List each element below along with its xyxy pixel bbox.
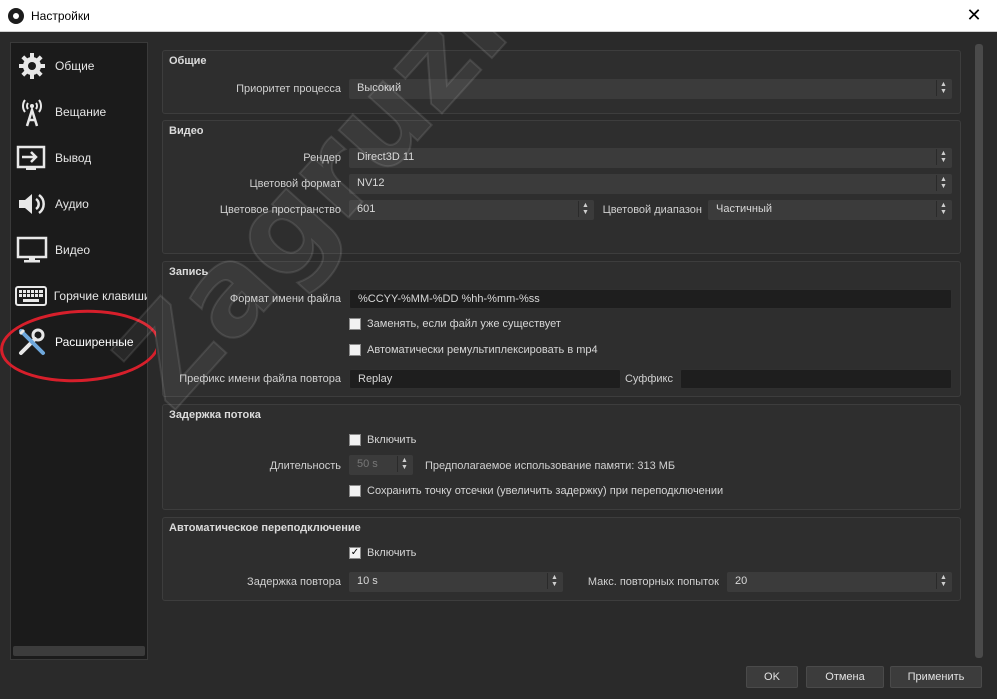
window-title: Настройки [31, 9, 90, 23]
sidebar-item-label: Вывод [55, 151, 92, 165]
chevron-updown-icon: ▲ ▼ [936, 149, 950, 165]
broadcast-icon [15, 95, 49, 129]
speaker-icon [15, 187, 49, 221]
max-retries-value: 20 [735, 575, 748, 587]
monitor-icon [15, 233, 49, 267]
remux-label: Автоматически ремультиплексировать в mp4 [367, 344, 598, 356]
max-retries-label: Макс. повторных попыток [587, 576, 719, 588]
apply-button[interactable]: Применить [890, 666, 982, 688]
main-scrollbar[interactable] [972, 42, 986, 660]
settings-panel: Общие Приоритет процесса Высокий ▲ ▼ Виде… [156, 42, 971, 660]
group-title: Автоматическое переподключение [169, 522, 361, 534]
group-title: Задержка потока [169, 409, 261, 421]
keyboard-icon [15, 279, 48, 313]
color-space-label: Цветовое пространство [219, 204, 341, 216]
retry-delay-spinbox[interactable]: 10 s ▲ ▼ [349, 572, 563, 592]
sidebar-item-advanced[interactable]: Расширенные [11, 319, 147, 365]
checkbox-box[interactable] [349, 344, 361, 356]
renderer-select[interactable]: Direct3D 11 ▲ ▼ [349, 148, 952, 168]
sidebar-item-label: Аудио [55, 197, 89, 211]
suffix-input[interactable] [680, 369, 952, 389]
group-title: Общие [169, 55, 207, 67]
gear-icon [15, 49, 49, 83]
color-range-select[interactable]: Частичный ▲ ▼ [708, 200, 952, 220]
spin-arrows-icon[interactable]: ▲ ▼ [936, 573, 950, 589]
sidebar-item-stream[interactable]: Вещание [11, 89, 147, 135]
checkbox-box[interactable] [349, 434, 361, 446]
spin-arrows-icon[interactable]: ▲ ▼ [397, 456, 411, 472]
filename-format-input[interactable]: %CCYY-%MM-%DD %hh-%mm-%ss [349, 289, 952, 309]
preserve-cutoff-checkbox[interactable]: Сохранить точку отсечки (увеличить задер… [349, 485, 723, 497]
scrollbar-thumb[interactable] [975, 44, 983, 658]
checkbox-box[interactable]: ✓ [349, 547, 361, 559]
priority-label: Приоритет процесса [236, 83, 341, 95]
ok-button[interactable]: OK [746, 666, 798, 688]
chevron-updown-icon: ▲ ▼ [578, 201, 592, 217]
overwrite-label: Заменять, если файл уже существует [367, 318, 561, 330]
retry-delay-label: Задержка повтора [247, 576, 341, 588]
group-stream-delay: Задержка потока Включить Длительность 50… [162, 404, 961, 510]
sidebar-item-video[interactable]: Видео [11, 227, 147, 273]
sidebar-item-label: Вещание [55, 105, 107, 119]
checkbox-box[interactable] [349, 318, 361, 330]
sidebar-scrollbar[interactable] [13, 646, 145, 656]
color-format-select[interactable]: NV12 ▲ ▼ [349, 174, 952, 194]
max-retries-spinbox[interactable]: 20 ▲ ▼ [727, 572, 952, 592]
preserve-label: Сохранить точку отсечки (увеличить задер… [367, 485, 724, 497]
enable-label: Включить [367, 434, 417, 446]
duration-spinbox[interactable]: 50 s ▲ ▼ [349, 455, 413, 475]
group-recording: Запись Формат имени файла %CCYY-%MM-%DD … [162, 261, 961, 397]
close-icon[interactable]: ✕ [951, 0, 997, 31]
group-title: Запись [169, 266, 209, 278]
overwrite-checkbox[interactable]: Заменять, если файл уже существует [349, 318, 561, 330]
replay-prefix-label: Префикс имени файла повтора [179, 373, 341, 385]
sidebar-item-audio[interactable]: Аудио [11, 181, 147, 227]
sidebar-item-label: Общие [55, 59, 95, 73]
cancel-button[interactable]: Отмена [806, 666, 884, 688]
suffix-label: Суффикс [624, 373, 673, 385]
replay-prefix-input[interactable]: Replay [349, 369, 621, 389]
title-bar: Настройки ✕ [0, 0, 997, 32]
memory-estimate: Предполагаемое использование памяти: 313… [425, 460, 676, 472]
renderer-value: Direct3D 11 [357, 151, 415, 163]
sidebar-item-output[interactable]: Вывод [11, 135, 147, 181]
filename-format-label: Формат имени файла [229, 293, 341, 305]
settings-sidebar: Общие Вещание Вывод Аудио Видео Горячие … [10, 42, 148, 660]
color-space-value: 601 [357, 203, 376, 215]
output-icon [15, 141, 49, 175]
chevron-updown-icon: ▲ ▼ [936, 201, 950, 217]
sidebar-item-hotkeys[interactable]: Горячие клавиши [11, 273, 147, 319]
sidebar-item-label: Видео [55, 243, 91, 257]
tools-icon [15, 325, 49, 359]
stream-delay-enable-checkbox[interactable]: Включить [349, 434, 416, 446]
checkbox-box[interactable] [349, 485, 361, 497]
remux-checkbox[interactable]: Автоматически ремультиплексировать в mp4 [349, 344, 598, 356]
priority-select[interactable]: Высокий ▲ ▼ [349, 79, 952, 99]
obs-logo-icon [8, 8, 24, 24]
sidebar-item-label: Горячие клавиши [53, 289, 147, 303]
sidebar-item-label: Расширенные [55, 335, 134, 349]
color-space-select[interactable]: 601 ▲ ▼ [349, 200, 594, 220]
spin-arrows-icon[interactable]: ▲ ▼ [547, 573, 561, 589]
color-format-label: Цветовой формат [249, 178, 341, 190]
color-format-value: NV12 [357, 177, 385, 189]
group-video: Видео Рендер Direct3D 11 ▲ ▼ Цветовой фор… [162, 120, 961, 254]
retry-delay-value: 10 s [357, 575, 378, 587]
duration-label: Длительность [269, 460, 341, 472]
reconnect-enable-checkbox[interactable]: ✓ Включить [349, 547, 416, 559]
chevron-updown-icon: ▲ ▼ [936, 80, 950, 96]
group-reconnect: Автоматическое переподключение ✓ Включит… [162, 517, 961, 601]
group-title: Видео [169, 125, 204, 137]
renderer-label: Рендер [303, 152, 341, 164]
chevron-updown-icon: ▲ ▼ [936, 175, 950, 191]
sidebar-item-general[interactable]: Общие [11, 43, 147, 89]
color-range-value: Частичный [716, 203, 772, 215]
enable-label: Включить [367, 547, 417, 559]
duration-value: 50 s [357, 458, 378, 470]
group-general: Общие Приоритет процесса Высокий ▲ ▼ [162, 50, 961, 114]
priority-value: Высокий [357, 82, 402, 94]
color-range-label: Цветовой диапазон [602, 204, 702, 216]
